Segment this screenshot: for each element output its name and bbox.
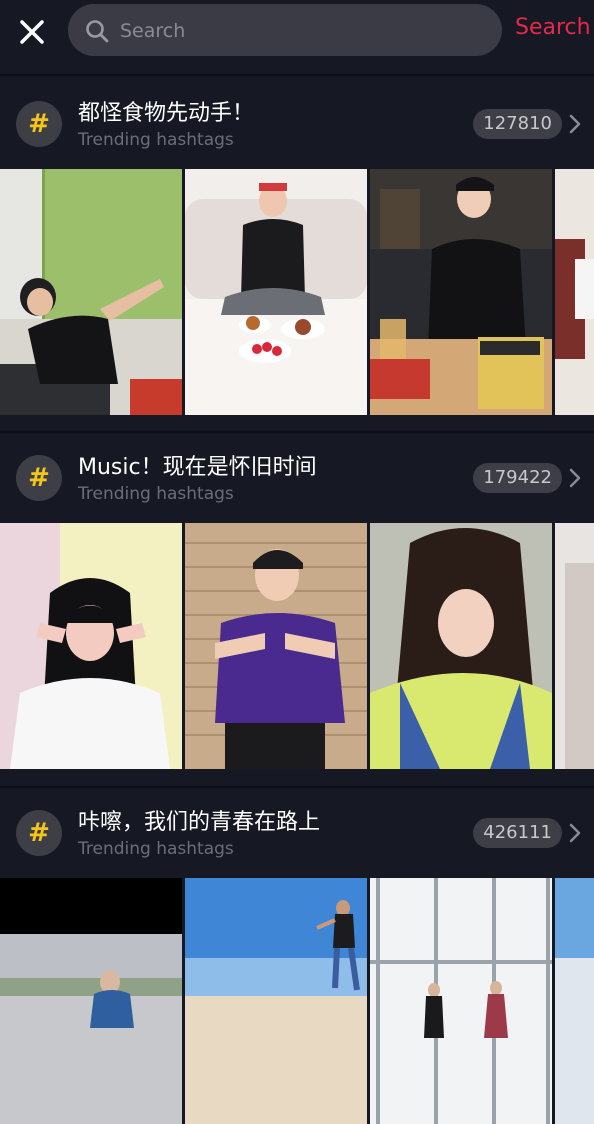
chevron-right-icon — [569, 823, 581, 843]
video-thumbnail[interactable] — [555, 878, 594, 1124]
hashtag-row[interactable]: # 咔嚓，我们的青春在路上 Trending hashtags 426111 — [0, 786, 594, 878]
video-thumbnail-strip — [0, 169, 594, 415]
hashtag-section: # 都怪食物先动手！ Trending hashtags 127810 — [0, 77, 594, 415]
search-submit-button[interactable]: Search — [515, 12, 591, 44]
search-icon — [86, 20, 109, 43]
hashtag-icon: # — [16, 101, 62, 147]
search-box[interactable] — [68, 4, 502, 58]
top-bar: Search — [0, 0, 594, 76]
search-input[interactable] — [118, 4, 492, 58]
hashtag-title: Music！现在是怀旧时间 — [78, 455, 317, 480]
video-thumbnail[interactable] — [370, 169, 552, 415]
video-thumbnail[interactable] — [555, 169, 594, 415]
hashtag-title: 咔嚓，我们的青春在路上 — [78, 810, 321, 835]
video-thumbnail[interactable] — [185, 169, 367, 415]
close-button[interactable] — [14, 14, 50, 50]
divider — [0, 74, 594, 76]
video-thumbnail[interactable] — [0, 523, 182, 769]
video-thumbnail[interactable] — [0, 169, 182, 415]
view-count-badge: 426111 — [473, 818, 562, 848]
chevron-right-icon — [569, 468, 581, 488]
hashtag-section: # 咔嚓，我们的青春在路上 Trending hashtags 426111 — [0, 786, 594, 1124]
chevron-right-icon — [569, 114, 581, 134]
hashtag-icon: # — [16, 810, 62, 856]
hashtag-icon: # — [16, 455, 62, 501]
hashtag-section: # Music！现在是怀旧时间 Trending hashtags 179422 — [0, 431, 594, 769]
video-thumbnail[interactable] — [370, 878, 552, 1124]
video-thumbnail[interactable] — [370, 523, 552, 769]
video-thumbnail-strip — [0, 878, 594, 1124]
hashtag-subtitle: Trending hashtags — [78, 839, 234, 859]
close-icon — [20, 20, 44, 44]
video-thumbnail[interactable] — [0, 878, 182, 1124]
hashtag-subtitle: Trending hashtags — [78, 484, 234, 504]
video-thumbnail-strip — [0, 523, 594, 769]
hashtag-title: 都怪食物先动手！ — [78, 101, 255, 126]
hashtag-row[interactable]: # 都怪食物先动手！ Trending hashtags 127810 — [0, 77, 594, 169]
video-thumbnail[interactable] — [185, 523, 367, 769]
hashtag-subtitle: Trending hashtags — [78, 130, 234, 150]
view-count-badge: 179422 — [473, 463, 562, 493]
hashtag-row[interactable]: # Music！现在是怀旧时间 Trending hashtags 179422 — [0, 431, 594, 523]
view-count-badge: 127810 — [473, 109, 562, 139]
video-thumbnail[interactable] — [555, 523, 594, 769]
video-thumbnail[interactable] — [185, 878, 367, 1124]
